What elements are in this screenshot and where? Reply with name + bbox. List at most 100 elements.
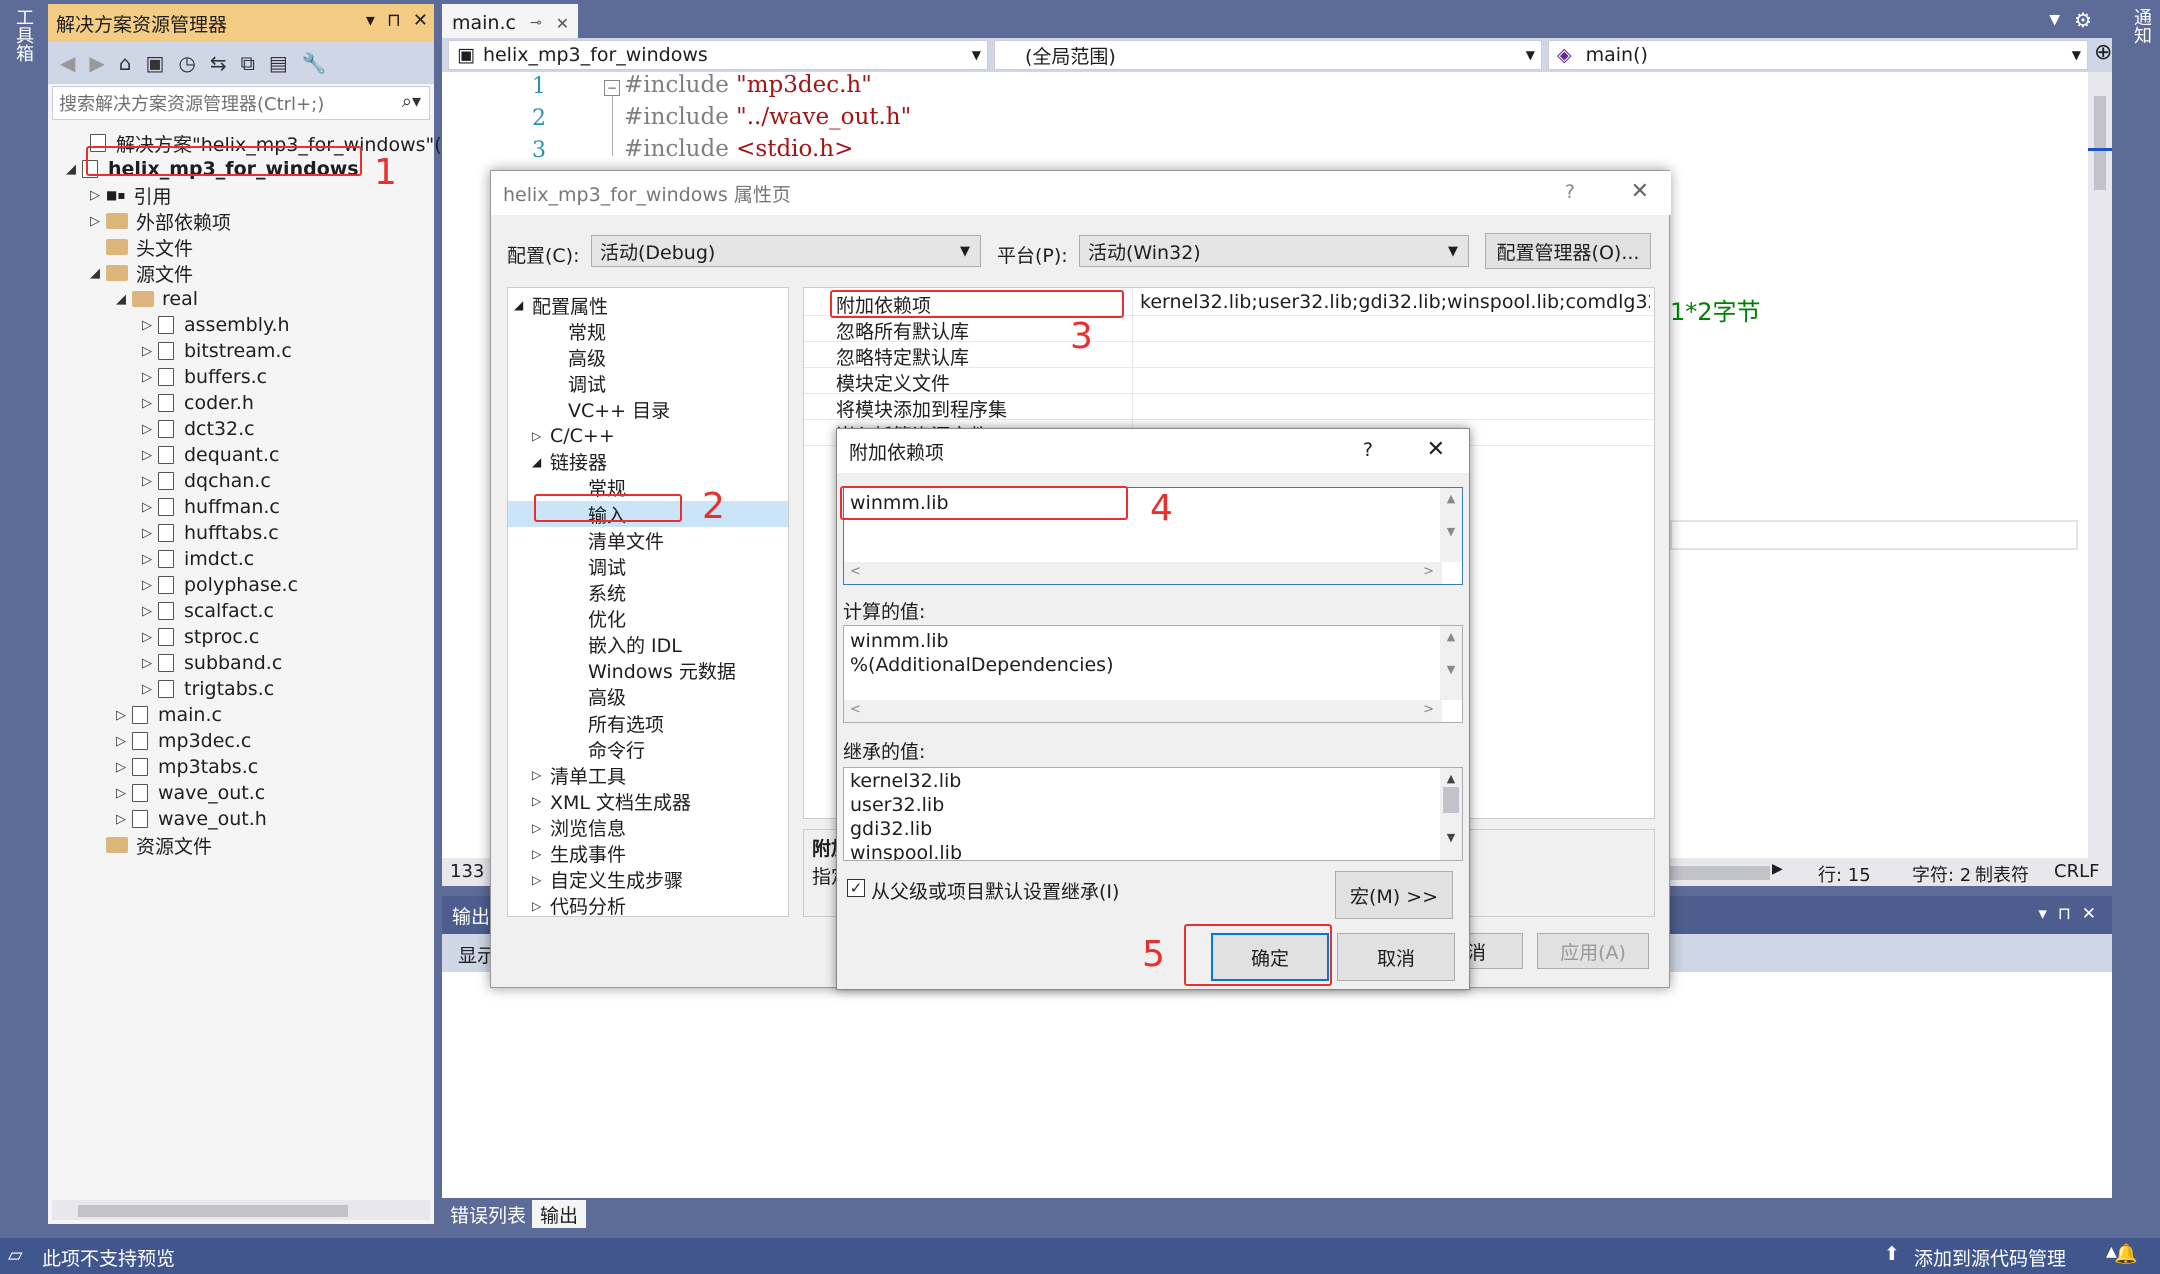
close-button[interactable]: ✕ — [1631, 179, 1649, 204]
file-node[interactable]: ▷ buffers.c — [136, 364, 267, 390]
expand-arrow-icon[interactable]: ▷ — [136, 656, 158, 671]
file-node[interactable]: ▷ imdct.c — [136, 546, 254, 572]
history-icon[interactable]: ◷ — [178, 51, 195, 75]
config-manager-button[interactable]: 配置管理器(O)... — [1485, 233, 1651, 269]
tab-output[interactable]: 输出 — [532, 1200, 587, 1228]
expand-arrow-icon[interactable]: ◢ — [532, 455, 550, 469]
member-selector[interactable]: ◈ main() ▼ — [1548, 40, 2088, 70]
close-icon[interactable]: ✕ — [556, 14, 569, 33]
sync-icon[interactable]: ⇆ — [210, 51, 227, 75]
expand-arrow-icon[interactable]: ◢ — [84, 266, 106, 281]
expand-arrow-icon[interactable]: ▷ — [532, 899, 550, 913]
tree-linker-item[interactable]: 清单文件 — [570, 527, 664, 553]
expand-arrow-icon[interactable]: ▷ — [110, 812, 132, 827]
expand-arrow-icon[interactable]: ▷ — [532, 429, 550, 443]
scope-selector[interactable]: (全局范围) ▼ — [994, 40, 1542, 70]
file-node[interactable]: ▷ wave_out.h — [110, 806, 267, 832]
back-icon[interactable]: ◀ — [60, 51, 75, 75]
tree-linker-item[interactable]: 系统 — [570, 579, 626, 605]
property-row[interactable]: 忽略所有默认库 — [804, 316, 1654, 343]
file-node[interactable]: ▷ hufftabs.c — [136, 520, 279, 546]
headers-node[interactable]: 头文件 — [84, 234, 193, 260]
scroll-right-icon[interactable]: ▶ — [1772, 861, 1783, 877]
expand-arrow-icon[interactable]: ▷ — [532, 847, 550, 861]
search-input[interactable]: 搜索解决方案资源管理器(Ctrl+;) ⌕▾ — [52, 86, 430, 120]
external-deps-node[interactable]: ▷ 外部依赖项 — [84, 208, 231, 234]
platform-combo[interactable]: 活动(Win32) ▼ — [1079, 235, 1469, 267]
file-node[interactable]: ▷ dqchan.c — [136, 468, 271, 494]
tree-linker[interactable]: ◢ 链接器 — [532, 449, 607, 475]
macros-button[interactable]: 宏(M) >> — [1335, 871, 1453, 919]
property-row[interactable]: 忽略特定默认库 — [804, 342, 1654, 369]
property-value[interactable]: kernel32.lib;user32.lib;gdi32.lib;winspo… — [1140, 291, 1650, 313]
pin-icon[interactable]: ⊓ — [387, 10, 401, 31]
file-node[interactable]: ▷ polyphase.c — [136, 572, 298, 598]
file-node[interactable]: ▷ scalfact.c — [136, 598, 274, 624]
references-node[interactable]: ▷ ■▪ 引用 — [84, 182, 172, 208]
tree-config-properties[interactable]: ◢ 配置属性 — [514, 292, 608, 318]
property-row[interactable]: 模块定义文件 — [804, 368, 1654, 395]
resources-node[interactable]: 资源文件 — [84, 832, 212, 858]
file-node[interactable]: ▷ coder.h — [136, 390, 254, 416]
expand-arrow-icon[interactable]: ▷ — [532, 821, 550, 835]
expand-arrow-icon[interactable]: ▷ — [136, 474, 158, 489]
expand-arrow-icon[interactable]: ▷ — [136, 604, 158, 619]
expand-arrow-icon[interactable]: ◢ — [60, 162, 82, 177]
bell-icon[interactable]: 🔔 — [2114, 1242, 2138, 1265]
tree-linker-item[interactable]: 高级 — [570, 684, 626, 710]
expand-arrow-icon[interactable]: ▷ — [136, 552, 158, 567]
expand-arrow-icon[interactable]: ▷ — [84, 188, 106, 203]
tree-linker-item[interactable]: 命令行 — [570, 736, 645, 762]
close-button[interactable]: ✕ — [1427, 437, 1445, 462]
collapse-icon[interactable]: ⧉ — [241, 51, 255, 75]
expand-arrow-icon[interactable]: ▷ — [136, 526, 158, 541]
vertical-scrollbar[interactable] — [2088, 72, 2112, 858]
expand-arrow-icon[interactable]: ◢ — [514, 298, 532, 312]
expand-arrow-icon[interactable]: ▷ — [110, 734, 132, 749]
home-icon[interactable]: ⌂ — [119, 51, 132, 75]
tree-cpp[interactable]: ▷ C/C++ — [532, 423, 615, 449]
sources-node[interactable]: ◢ 源文件 — [84, 260, 193, 286]
property-row[interactable]: 将模块添加到程序集 — [804, 394, 1654, 421]
expand-arrow-icon[interactable]: ▷ — [110, 708, 132, 723]
output-content[interactable] — [442, 972, 2112, 1198]
tree-linker-item[interactable]: Windows 元数据 — [570, 658, 736, 684]
file-node[interactable]: ▷ subband.c — [136, 650, 282, 676]
close-icon[interactable]: ✕ — [413, 10, 428, 31]
properties-icon[interactable]: 🔧 — [302, 51, 327, 75]
collapse-toggle[interactable]: − — [604, 80, 620, 96]
file-node[interactable]: ▷ wave_out.c — [110, 780, 265, 806]
expand-arrow-icon[interactable]: ▷ — [110, 760, 132, 775]
dropdown-icon[interactable]: ▾ — [366, 10, 375, 31]
file-node[interactable]: ▷ bitstream.c — [136, 338, 292, 364]
file-node[interactable]: ▷ assembly.h — [136, 312, 290, 338]
expand-arrow-icon[interactable]: ▷ — [110, 786, 132, 801]
cancel-button[interactable]: 取消 — [1337, 933, 1455, 981]
settings-icon[interactable]: ⚙ — [2074, 8, 2092, 32]
file-node[interactable]: ▷ main.c — [110, 702, 222, 728]
notifications-tab[interactable]: 通知 — [2128, 8, 2154, 44]
toolbox-tab[interactable]: 工具箱 — [10, 8, 36, 62]
expand-arrow-icon[interactable]: ▷ — [136, 630, 158, 645]
tree-node[interactable]: ▷ 清单工具 — [532, 762, 626, 788]
show-all-icon[interactable]: ▤ — [269, 51, 288, 75]
file-node[interactable]: ▷ mp3dec.c — [110, 728, 251, 754]
real-folder-node[interactable]: ◢ real — [110, 286, 198, 312]
file-node[interactable]: ▷ trigtabs.c — [136, 676, 274, 702]
help-button[interactable]: ? — [1565, 181, 1575, 203]
tree-node[interactable]: ▷ XML 文档生成器 — [532, 788, 691, 814]
tree-linker-item[interactable]: 所有选项 — [570, 710, 664, 736]
file-node[interactable]: ▷ dequant.c — [136, 442, 279, 468]
expand-arrow-icon[interactable]: ▷ — [136, 682, 158, 697]
expand-arrow-icon[interactable]: ▷ — [532, 768, 550, 782]
expand-arrow-icon[interactable]: ▷ — [136, 578, 158, 593]
horizontal-scrollbar[interactable] — [52, 1200, 430, 1220]
expand-arrow-icon[interactable]: ▷ — [136, 448, 158, 463]
config-combo[interactable]: 活动(Debug) ▼ — [591, 235, 981, 267]
search-icon[interactable]: ⌕▾ — [402, 91, 421, 112]
editor-hscroll-thumb[interactable] — [1670, 866, 1770, 880]
upload-icon[interactable]: ⬆ — [1884, 1243, 1900, 1265]
expand-arrow-icon[interactable]: ▷ — [136, 396, 158, 411]
output-panel-buttons[interactable]: ▾ ⊓ ✕ — [2038, 904, 2096, 924]
inherit-checkbox[interactable]: ✓ — [847, 879, 865, 897]
